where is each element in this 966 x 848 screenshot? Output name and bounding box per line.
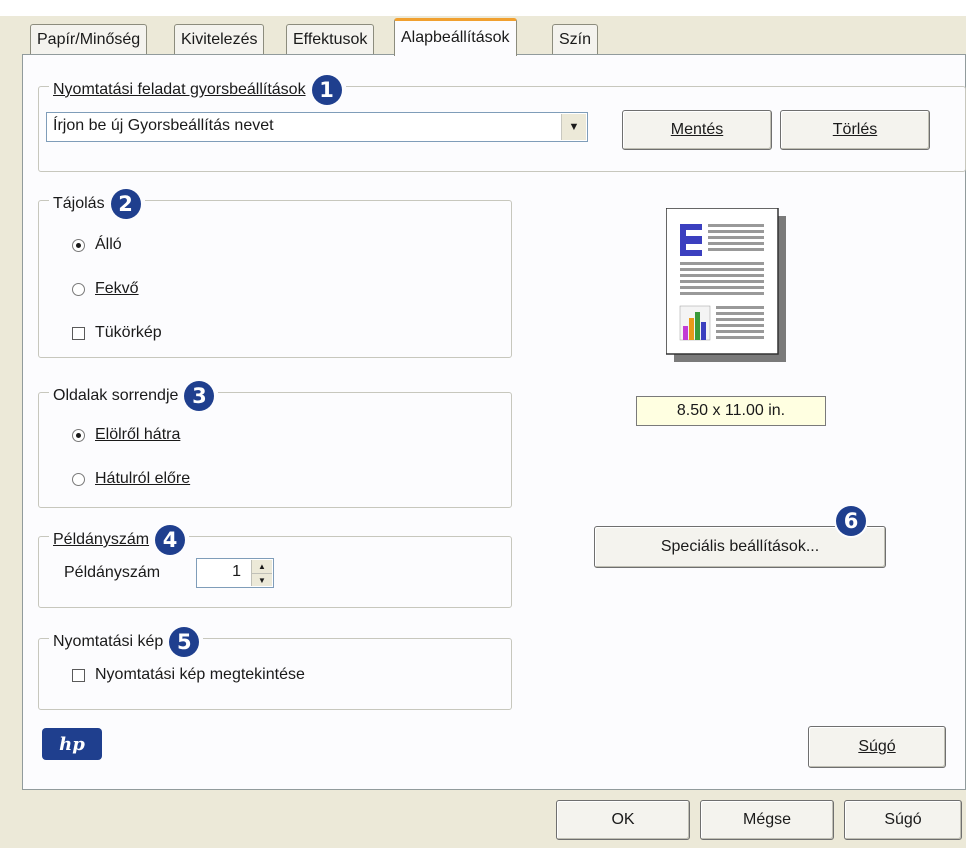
back-to-front-label: Hátulról előre xyxy=(95,470,191,487)
document-preview-icon xyxy=(665,207,786,362)
top-strip xyxy=(0,0,966,16)
copies-stepper[interactable]: 1 ▲ ▼ xyxy=(196,558,274,588)
panel-help-label: Súgó xyxy=(858,738,896,755)
callout-badge-5: 5 xyxy=(169,627,200,657)
quicksets-legend-text: Nyomtatási feladat gyorsbeállítások xyxy=(53,81,306,98)
portrait-radio[interactable] xyxy=(72,238,85,252)
tab-finishing[interactable]: Kivitelezés xyxy=(174,24,265,54)
save-button-label: Mentés xyxy=(670,121,724,138)
landscape-radio[interactable] xyxy=(72,282,85,296)
tab-color[interactable]: Szín xyxy=(552,24,599,54)
front-to-back-label: Elölről hátra xyxy=(95,426,181,443)
page-order-legend: Oldalak sorrendje 3 xyxy=(49,381,219,411)
portrait-label: Álló xyxy=(95,236,122,253)
callout-badge-2: 2 xyxy=(110,189,141,219)
callout-badge-1: 1 xyxy=(311,75,342,105)
copies-label-row: Példányszám xyxy=(64,564,160,582)
copies-legend-text: Példányszám xyxy=(53,531,150,548)
mirror-label: Tükörkép xyxy=(95,324,162,341)
tab-basics[interactable]: Alapbeállítások xyxy=(394,18,517,56)
save-button[interactable]: Mentés xyxy=(622,110,772,150)
print-preview-checkbox[interactable] xyxy=(72,668,85,682)
print-preview-label: Nyomtatási kép megtekintése xyxy=(95,666,305,683)
tab-paper-quality[interactable]: Papír/Minőség xyxy=(30,24,148,54)
copies-legend: Példányszám 4 xyxy=(49,525,190,555)
back-to-front-radio[interactable] xyxy=(72,472,85,486)
tab-effects[interactable]: Effektusok xyxy=(286,24,375,54)
stepper-buttons: ▲ ▼ xyxy=(251,560,272,586)
page-order-group: Oldalak sorrendje 3 xyxy=(38,381,512,508)
quickset-name-combobox[interactable]: Írjon be új Gyorsbeállítás nevet ▼ xyxy=(46,112,588,142)
copies-value[interactable]: 1 xyxy=(232,563,241,581)
callout-badge-3: 3 xyxy=(184,381,215,411)
print-properties-dialog: Papír/Minőség Kivitelezés Effektusok Ala… xyxy=(0,0,966,848)
copies-label: Példányszám xyxy=(64,564,161,581)
portrait-radio-row[interactable]: Álló xyxy=(72,236,122,254)
stepper-down-icon[interactable]: ▼ xyxy=(252,574,272,587)
orientation-legend-text: Tájolás xyxy=(53,195,105,212)
page-order-legend-text: Oldalak sorrendje xyxy=(53,387,179,404)
ok-button[interactable]: OK xyxy=(556,800,690,840)
cancel-label: Mégse xyxy=(742,811,792,828)
quicksets-legend: Nyomtatási feladat gyorsbeállítások 1 xyxy=(49,75,346,105)
print-preview-checkbox-row[interactable]: Nyomtatási kép megtekintése xyxy=(72,666,305,684)
front-to-back-radio-row[interactable]: Elölről hátra xyxy=(72,426,180,444)
hp-logo-text: hp xyxy=(59,733,85,755)
mirror-checkbox-row[interactable]: Tükörkép xyxy=(72,324,162,342)
help-label: Súgó xyxy=(884,811,922,828)
back-to-front-radio-row[interactable]: Hátulról előre xyxy=(72,470,190,488)
delete-button[interactable]: Törlés xyxy=(780,110,930,150)
stepper-up-icon[interactable]: ▲ xyxy=(252,560,272,574)
page-preview xyxy=(665,207,796,373)
quickset-name-value: Írjon be új Gyorsbeállítás nevet xyxy=(53,117,274,134)
print-preview-legend-text: Nyomtatási kép xyxy=(53,633,164,650)
advanced-settings-label: Speciális beállítások... xyxy=(660,538,820,555)
print-preview-legend: Nyomtatási kép 5 xyxy=(49,627,204,657)
help-button[interactable]: Súgó xyxy=(844,800,962,840)
landscape-radio-row[interactable]: Fekvő xyxy=(72,280,139,298)
callout-badge-6: 6 xyxy=(836,506,866,536)
mirror-checkbox[interactable] xyxy=(72,326,85,340)
delete-button-label: Törlés xyxy=(832,121,878,138)
orientation-legend: Tájolás 2 xyxy=(49,189,145,219)
landscape-label: Fekvő xyxy=(95,280,139,297)
hp-logo: hp xyxy=(42,728,102,760)
cancel-button[interactable]: Mégse xyxy=(700,800,834,840)
callout-badge-4: 4 xyxy=(155,525,186,555)
front-to-back-radio[interactable] xyxy=(72,428,85,442)
ok-label: OK xyxy=(611,811,635,828)
paper-size-label: 8.50 x 11.00 in. xyxy=(636,396,826,426)
panel-help-button[interactable]: Súgó xyxy=(808,726,946,768)
chevron-down-icon[interactable]: ▼ xyxy=(561,114,586,140)
